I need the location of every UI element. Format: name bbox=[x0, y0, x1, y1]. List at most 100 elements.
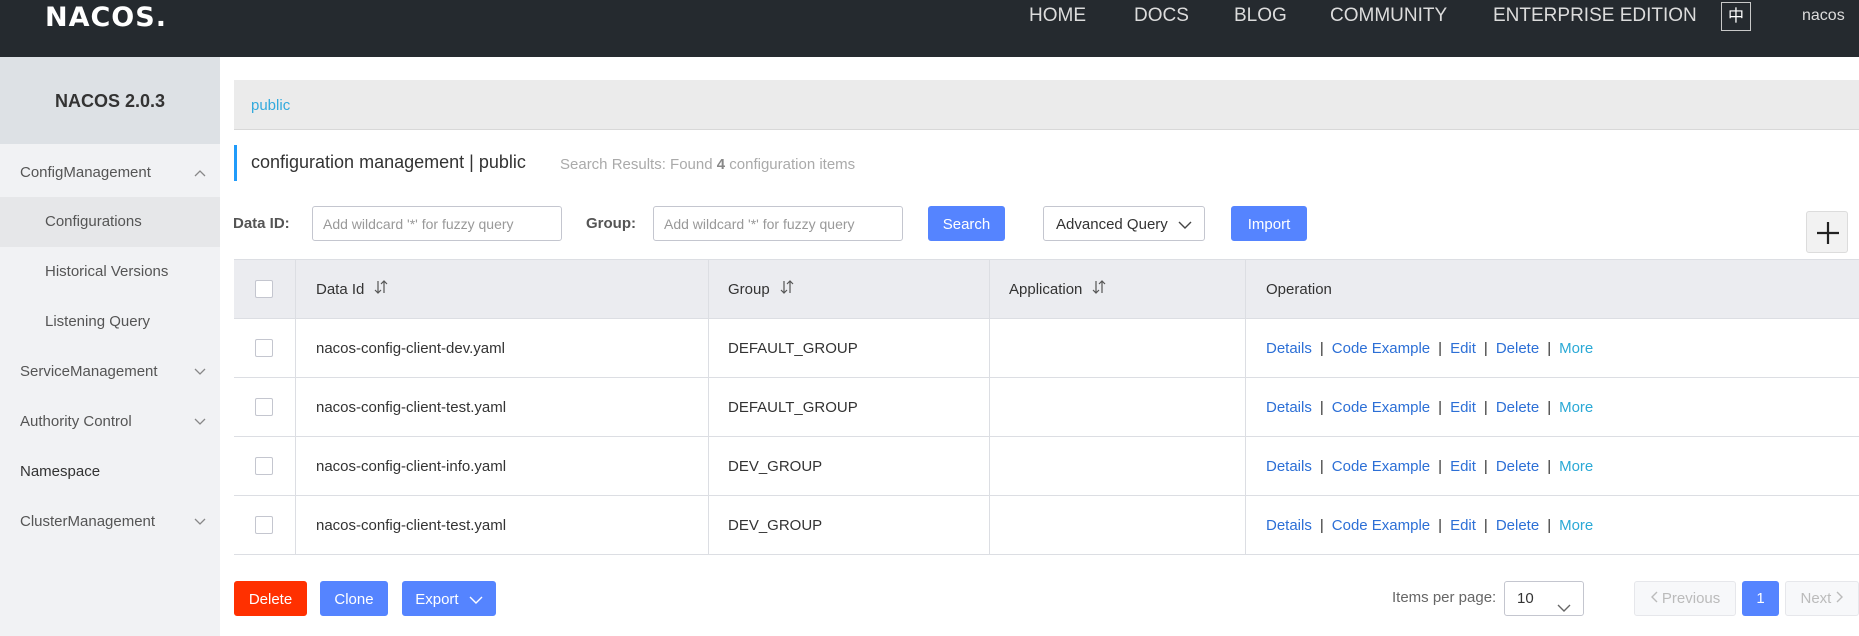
row-checkbox[interactable] bbox=[255, 339, 273, 357]
page-title: configuration management | public bbox=[251, 152, 526, 172]
edit-link[interactable]: Edit bbox=[1450, 517, 1476, 534]
data-id-input[interactable] bbox=[312, 206, 562, 241]
cell-data-id: nacos-config-client-dev.yaml bbox=[316, 339, 505, 357]
chevron-down-icon bbox=[192, 398, 208, 446]
code-example-link[interactable]: Code Example bbox=[1332, 340, 1430, 357]
sidebar-item-cluster-management[interactable]: ClusterManagement bbox=[0, 498, 220, 546]
row-checkbox[interactable] bbox=[255, 516, 273, 534]
items-per-page-label: Items per page: bbox=[1392, 589, 1497, 606]
table-row: nacos-config-client-info.yaml DEV_GROUP … bbox=[234, 437, 1859, 496]
table-header: Data Id Group Application Operation bbox=[234, 260, 1859, 319]
sidebar-item-config-management[interactable]: ConfigManagement bbox=[0, 149, 220, 197]
namespace-link-public[interactable]: public bbox=[251, 97, 290, 114]
details-link[interactable]: Details bbox=[1266, 340, 1312, 357]
cell-group: DEV_GROUP bbox=[728, 457, 823, 475]
cell-group: DEFAULT_GROUP bbox=[728, 398, 858, 416]
nav-community[interactable]: COMMUNITY bbox=[1330, 5, 1447, 27]
chevron-up-icon bbox=[192, 149, 208, 197]
select-all-checkbox[interactable] bbox=[255, 280, 273, 298]
nav-docs[interactable]: DOCS bbox=[1134, 5, 1189, 27]
delete-link[interactable]: Delete bbox=[1496, 458, 1539, 475]
table-row: nacos-config-client-dev.yaml DEFAULT_GRO… bbox=[234, 319, 1859, 378]
export-button[interactable]: Export bbox=[402, 581, 496, 616]
delete-link[interactable]: Delete bbox=[1496, 399, 1539, 416]
details-link[interactable]: Details bbox=[1266, 399, 1312, 416]
sidebar-item-namespace[interactable]: Namespace bbox=[0, 448, 220, 496]
sidebar: NACOS 2.0.3 ConfigManagement Configurati… bbox=[0, 57, 220, 636]
namespace-bar: public bbox=[234, 80, 1859, 130]
more-link[interactable]: More bbox=[1559, 458, 1593, 475]
sort-icon[interactable] bbox=[780, 280, 794, 298]
group-label: Group: bbox=[586, 215, 636, 232]
cell-group: DEFAULT_GROUP bbox=[728, 339, 858, 357]
code-example-link[interactable]: Code Example bbox=[1332, 399, 1430, 416]
chevron-down-icon bbox=[1557, 592, 1571, 625]
edit-link[interactable]: Edit bbox=[1450, 399, 1476, 416]
header-data-id[interactable]: Data Id bbox=[316, 260, 388, 318]
sort-icon[interactable] bbox=[1092, 280, 1106, 298]
more-link[interactable]: More bbox=[1559, 399, 1593, 416]
table-row: nacos-config-client-test.yaml DEV_GROUP … bbox=[234, 496, 1859, 555]
import-button[interactable]: Import bbox=[1231, 206, 1307, 241]
group-input[interactable] bbox=[653, 206, 903, 241]
top-nav: NACOS. HOME DOCS BLOG COMMUNITY ENTERPRI… bbox=[0, 0, 1859, 57]
items-per-page-select[interactable]: 10 bbox=[1504, 581, 1584, 616]
header-application[interactable]: Application bbox=[1009, 260, 1106, 318]
row-checkbox[interactable] bbox=[255, 398, 273, 416]
edit-link[interactable]: Edit bbox=[1450, 340, 1476, 357]
chevron-down-icon bbox=[469, 583, 483, 618]
details-link[interactable]: Details bbox=[1266, 517, 1312, 534]
nav-blog[interactable]: BLOG bbox=[1234, 5, 1287, 27]
cell-operations: Details | Code Example | Edit | Delete | Mor… bbox=[1266, 339, 1594, 357]
edit-link[interactable]: Edit bbox=[1450, 458, 1476, 475]
details-link[interactable]: Details bbox=[1266, 458, 1312, 475]
sidebar-item-service-management[interactable]: ServiceManagement bbox=[0, 348, 220, 396]
row-checkbox[interactable] bbox=[255, 457, 273, 475]
delete-link[interactable]: Delete bbox=[1496, 517, 1539, 534]
config-table: Data Id Group Application Operation naco… bbox=[234, 259, 1859, 555]
next-page-button[interactable]: Next bbox=[1785, 581, 1859, 616]
search-result-summary: Search Results: Found 4 configuration it… bbox=[560, 156, 856, 173]
cell-data-id: nacos-config-client-test.yaml bbox=[316, 516, 507, 534]
batch-delete-button[interactable]: Delete bbox=[234, 581, 307, 616]
cell-operations: Details | Code Example | Edit | Delete | Mor… bbox=[1266, 516, 1594, 534]
table-row: nacos-config-client-test.yaml DEFAULT_GR… bbox=[234, 378, 1859, 437]
cell-group: DEV_GROUP bbox=[728, 516, 823, 534]
sidebar-title: NACOS 2.0.3 bbox=[0, 57, 220, 144]
more-link[interactable]: More bbox=[1559, 340, 1593, 357]
advanced-query-button[interactable]: Advanced Query bbox=[1043, 206, 1205, 241]
cell-data-id: nacos-config-client-test.yaml bbox=[316, 398, 507, 416]
clone-button[interactable]: Clone bbox=[320, 581, 388, 616]
user-name[interactable]: nacos bbox=[1802, 7, 1845, 25]
nav-home[interactable]: HOME bbox=[1029, 5, 1086, 27]
data-id-label: Data ID: bbox=[233, 215, 290, 232]
page-title-wrap: configuration management | public bbox=[234, 145, 526, 181]
sidebar-item-configurations[interactable]: Configurations bbox=[0, 197, 220, 247]
chevron-down-icon bbox=[192, 498, 208, 546]
chevron-right-icon bbox=[1836, 590, 1844, 607]
previous-page-button[interactable]: Previous bbox=[1634, 581, 1736, 616]
sidebar-item-label: ConfigManagement bbox=[20, 164, 151, 181]
nacos-logo[interactable]: NACOS. bbox=[45, 2, 167, 33]
language-switch-button[interactable]: 中 bbox=[1721, 2, 1751, 31]
add-config-button[interactable] bbox=[1806, 211, 1848, 253]
sidebar-item-listening-query[interactable]: Listening Query bbox=[0, 297, 220, 347]
header-group[interactable]: Group bbox=[728, 260, 794, 318]
sidebar-item-historical-versions[interactable]: Historical Versions bbox=[0, 247, 220, 297]
delete-link[interactable]: Delete bbox=[1496, 340, 1539, 357]
sort-icon[interactable] bbox=[374, 280, 388, 298]
plus-icon bbox=[1817, 222, 1839, 244]
sidebar-item-authority-control[interactable]: Authority Control bbox=[0, 398, 220, 446]
code-example-link[interactable]: Code Example bbox=[1332, 458, 1430, 475]
nav-enterprise-edition[interactable]: ENTERPRISE EDITION bbox=[1493, 5, 1697, 27]
search-button[interactable]: Search bbox=[928, 206, 1005, 241]
page-number-button[interactable]: 1 bbox=[1742, 581, 1779, 616]
cell-operations: Details | Code Example | Edit | Delete | Mor… bbox=[1266, 398, 1594, 416]
cell-data-id: nacos-config-client-info.yaml bbox=[316, 457, 507, 475]
more-link[interactable]: More bbox=[1559, 517, 1593, 534]
chevron-down-icon bbox=[1178, 208, 1192, 243]
header-operation: Operation bbox=[1266, 280, 1332, 298]
code-example-link[interactable]: Code Example bbox=[1332, 517, 1430, 534]
chevron-left-icon bbox=[1650, 590, 1662, 607]
chevron-down-icon bbox=[192, 348, 208, 396]
